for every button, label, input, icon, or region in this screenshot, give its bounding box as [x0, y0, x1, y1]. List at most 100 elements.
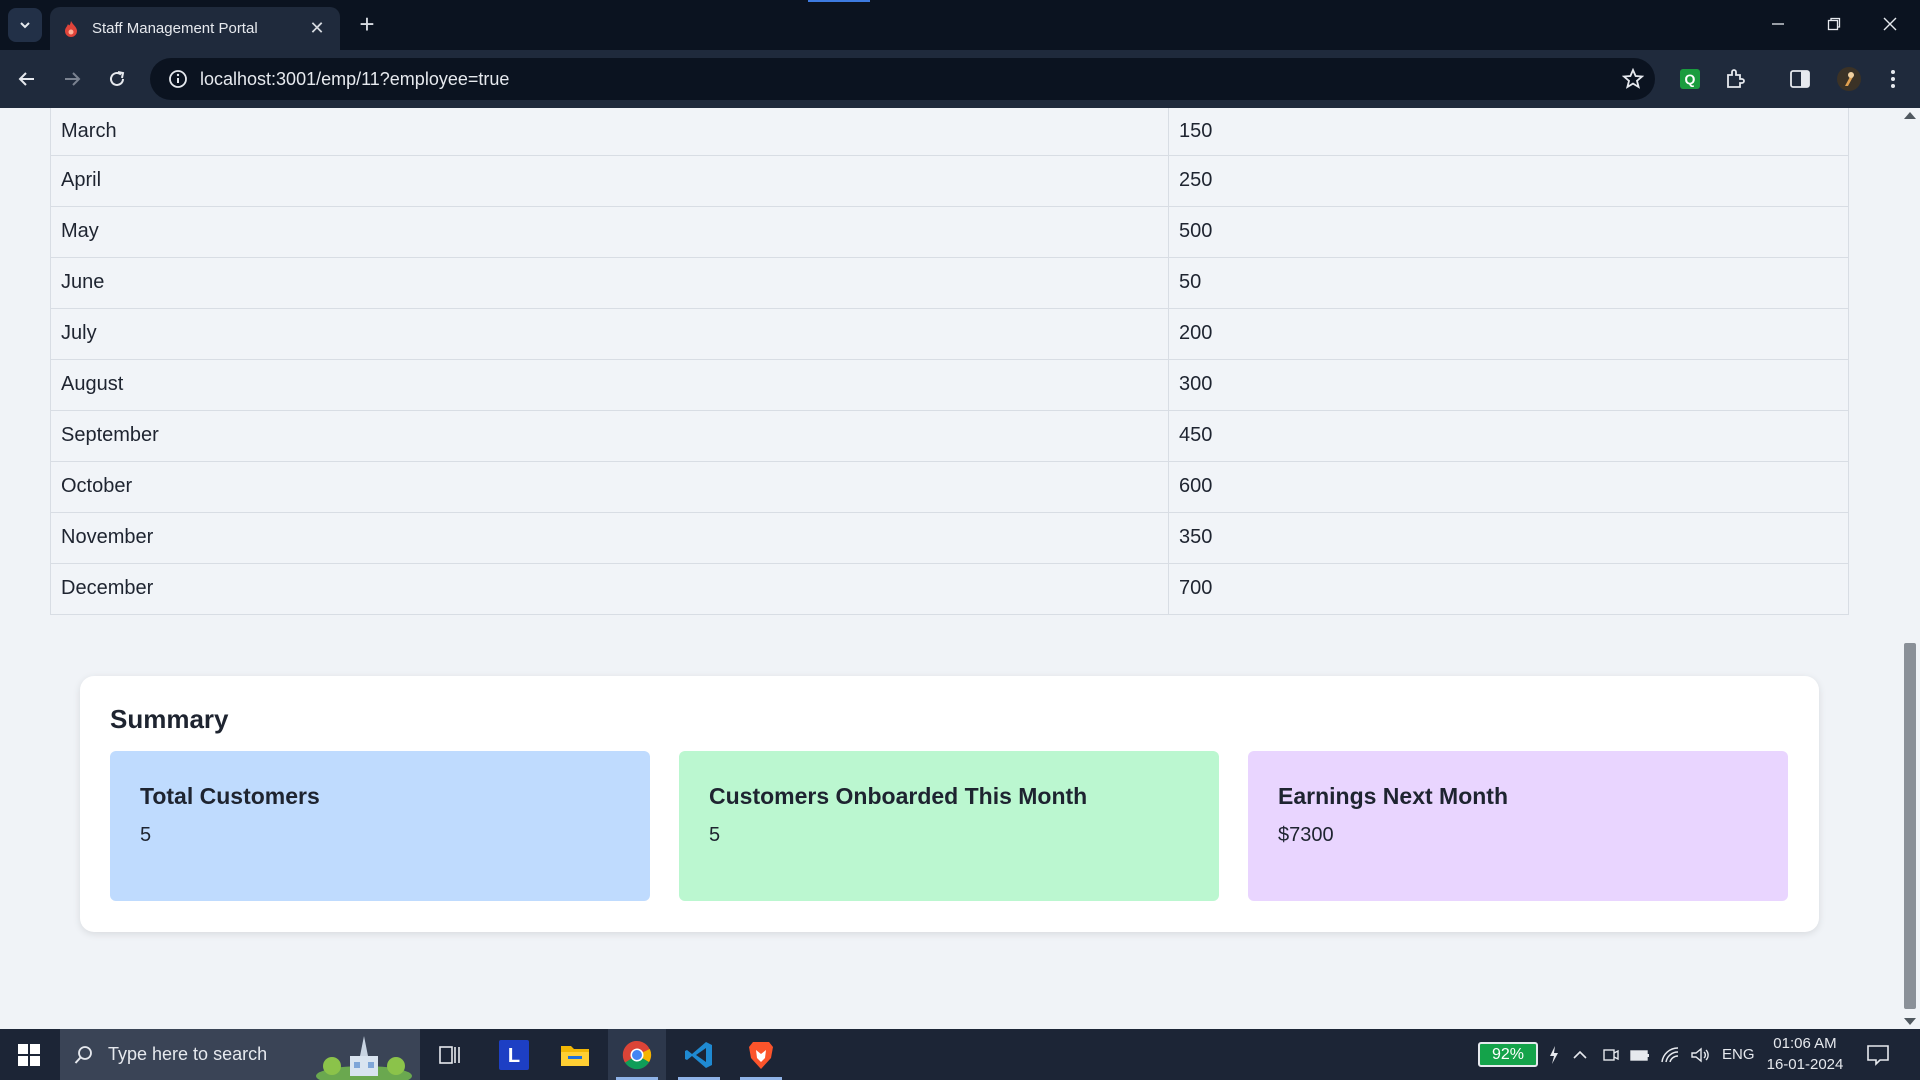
l-app-icon: L — [499, 1039, 529, 1070]
file-explorer-button[interactable] — [546, 1029, 604, 1080]
forward-button[interactable] — [55, 62, 89, 96]
battery-tray-icon[interactable] — [1630, 1029, 1650, 1080]
month-cell: December — [50, 562, 1169, 615]
start-button[interactable] — [0, 1029, 58, 1080]
chrome-menu-icon[interactable] — [1876, 62, 1910, 96]
value-cell: 350 — [1168, 511, 1849, 564]
arrow-right-icon — [65, 72, 81, 86]
value-cell: 250 — [1168, 154, 1849, 207]
notifications-button[interactable] — [1866, 1029, 1890, 1080]
windows-taskbar: Type here to search L 92% ENG 01:06 AM 1… — [0, 1029, 1920, 1080]
table-row: June 50 — [50, 256, 1849, 309]
month-cell: July — [50, 307, 1169, 360]
customers-onboarded-card: Customers Onboarded This Month 5 — [679, 751, 1219, 901]
table-row: April 250 — [50, 154, 1849, 207]
flame-favicon-icon — [65, 20, 77, 37]
task-view-button[interactable] — [421, 1029, 479, 1080]
earnings-next-month-card: Earnings Next Month $7300 — [1248, 751, 1788, 901]
value-cell: 600 — [1168, 460, 1849, 513]
value-cell: 150 — [1168, 108, 1849, 156]
taskbar-search-box[interactable]: Type here to search — [60, 1029, 420, 1080]
close-icon — [1883, 17, 1897, 31]
task-view-icon — [439, 1045, 460, 1064]
extensions-puzzle-icon[interactable] — [1718, 62, 1752, 96]
month-cell: August — [50, 358, 1169, 411]
month-cell: November — [50, 511, 1169, 564]
value-cell: 500 — [1168, 205, 1849, 258]
l-app-button[interactable]: L — [485, 1029, 543, 1080]
windows-logo-icon — [18, 1043, 40, 1066]
bookmark-star-icon[interactable] — [1611, 68, 1655, 90]
search-icon — [74, 1045, 92, 1064]
side-panel-icon[interactable] — [1783, 62, 1817, 96]
stat-value: $7300 — [1278, 824, 1334, 846]
svg-text:Q: Q — [1685, 71, 1696, 87]
restore-icon — [1827, 17, 1841, 31]
scroll-thumb[interactable] — [1904, 643, 1916, 1009]
month-cell: April — [50, 154, 1169, 207]
browser-tab-bar: Staff Management Portal ✕ + — [0, 0, 1920, 50]
url-text[interactable]: localhost:3001/emp/11?employee=true — [200, 69, 1611, 90]
browser-toolbar: localhost:3001/emp/11?employee=true Q — [0, 50, 1920, 108]
page-content: March 150 April 250 May 500 June 50 July 200 Augus… — [0, 108, 1900, 1029]
back-button[interactable] — [10, 62, 44, 96]
address-bar[interactable]: localhost:3001/emp/11?employee=true — [150, 58, 1655, 100]
month-cell: October — [50, 460, 1169, 513]
table-row: August 300 — [50, 358, 1849, 411]
close-window-button[interactable] — [1862, 0, 1918, 48]
scroll-down-arrow-icon[interactable] — [1904, 1018, 1916, 1025]
monthly-table: March 150 April 250 May 500 June 50 July 200 Augus… — [50, 108, 1849, 615]
table-row: December 700 — [50, 562, 1849, 615]
meet-now-icon[interactable] — [1602, 1029, 1620, 1080]
battery-indicator[interactable]: 92% — [1478, 1042, 1538, 1067]
chevron-up-icon — [1573, 1050, 1587, 1059]
browser-tab[interactable]: Staff Management Portal ✕ — [50, 7, 340, 50]
volume-icon[interactable] — [1690, 1029, 1710, 1080]
system-clock[interactable]: 01:06 AM 16-01-2024 — [1760, 1033, 1850, 1075]
stat-label: Earnings Next Month — [1278, 783, 1509, 809]
minimize-icon — [1772, 23, 1784, 25]
notification-icon — [1867, 1044, 1889, 1066]
table-row: March 150 — [50, 108, 1849, 156]
stat-label: Total Customers — [140, 783, 320, 809]
search-highlight-illustration-icon — [316, 1036, 412, 1080]
site-info-icon[interactable] — [156, 69, 200, 89]
loading-indicator — [808, 0, 870, 2]
quickbooks-extension-icon[interactable]: Q — [1673, 62, 1707, 96]
chrome-icon — [622, 1040, 652, 1069]
month-cell: May — [50, 205, 1169, 258]
value-cell: 700 — [1168, 562, 1849, 615]
page-scrollbar[interactable] — [1900, 108, 1920, 1029]
tab-close-icon[interactable]: ✕ — [306, 18, 328, 39]
reload-button[interactable] — [100, 62, 134, 96]
table-row: May 500 — [50, 205, 1849, 258]
brave-icon — [749, 1041, 773, 1069]
minimize-button[interactable] — [1750, 0, 1806, 48]
restore-button[interactable] — [1806, 0, 1862, 48]
summary-card: Summary Total Customers 5 Customers Onbo… — [80, 676, 1819, 932]
vscode-icon — [685, 1041, 712, 1068]
month-cell: September — [50, 409, 1169, 462]
language-indicator[interactable]: ENG — [1722, 1029, 1755, 1080]
table-row: September 450 — [50, 409, 1849, 462]
table-row: July 200 — [50, 307, 1849, 360]
file-explorer-icon — [561, 1045, 589, 1066]
arrow-left-icon — [18, 72, 34, 86]
brave-button[interactable] — [732, 1029, 790, 1080]
month-cell: March — [50, 108, 1169, 156]
chrome-button[interactable] — [608, 1029, 666, 1080]
wifi-icon[interactable] — [1660, 1029, 1680, 1080]
profile-avatar-icon[interactable] — [1832, 62, 1866, 96]
value-cell: 200 — [1168, 307, 1849, 360]
show-hidden-icons-button[interactable] — [1572, 1029, 1588, 1080]
month-cell: June — [50, 256, 1169, 309]
scroll-up-arrow-icon[interactable] — [1904, 112, 1916, 119]
tab-title: Staff Management Portal — [92, 20, 258, 37]
table-row: October 600 — [50, 460, 1849, 513]
search-placeholder: Type here to search — [108, 1044, 268, 1064]
svg-text:L: L — [508, 1045, 520, 1067]
tab-search-button[interactable] — [8, 8, 42, 42]
summary-title: Summary — [110, 704, 229, 734]
new-tab-button[interactable]: + — [352, 10, 382, 40]
vscode-button[interactable] — [670, 1029, 728, 1080]
